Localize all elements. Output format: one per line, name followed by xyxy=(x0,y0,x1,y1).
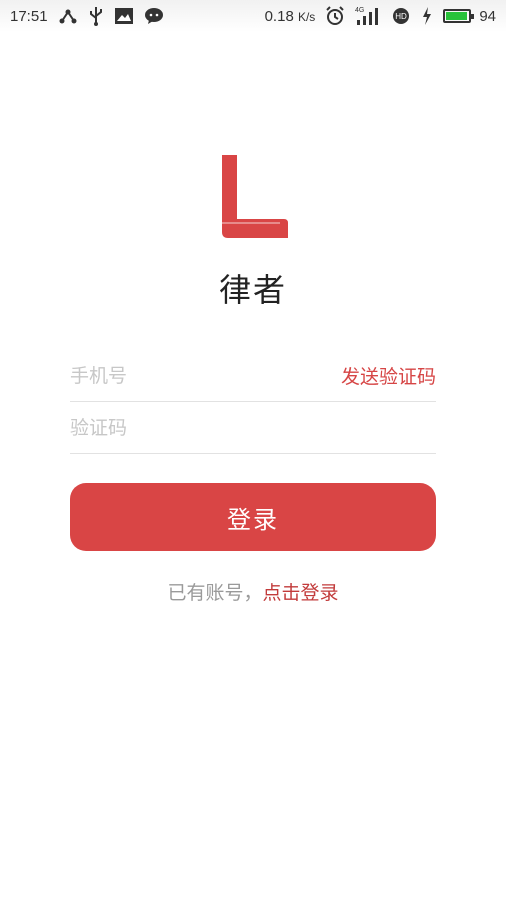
battery-body xyxy=(443,9,475,23)
net-speed-unit: K/s xyxy=(297,9,316,24)
code-field-row xyxy=(70,402,436,454)
footer-prefix: 已有账号， xyxy=(167,582,263,604)
signal-icon: 4G xyxy=(355,6,381,26)
verification-code-input[interactable] xyxy=(70,416,290,439)
l-logo-icon xyxy=(222,155,288,238)
app-title: 律者 xyxy=(218,271,287,309)
battery-icon: 94 xyxy=(443,8,496,25)
usb-icon xyxy=(88,6,104,26)
login-form: 发送验证码 xyxy=(70,350,436,454)
svg-text:HD: HD xyxy=(396,12,408,21)
phone-input[interactable] xyxy=(70,364,290,387)
battery-level: 94 xyxy=(479,7,496,25)
status-bar-right: 0.18 K/s 4G HD 94 xyxy=(265,6,496,26)
net-speed: 0.18 K/s xyxy=(265,8,316,25)
share-icon xyxy=(58,6,78,26)
phone-field-row: 发送验证码 xyxy=(70,350,436,402)
net-speed-value: 0.18 xyxy=(264,7,294,25)
footer-prompt: 已有账号，点击登录 xyxy=(0,578,506,605)
status-time: 17:51 xyxy=(10,7,48,25)
battery-fill xyxy=(446,12,467,20)
wechat-icon xyxy=(144,6,164,26)
hd-icon: HD xyxy=(391,6,411,26)
send-code-button[interactable]: 发送验证码 xyxy=(341,362,436,389)
status-bar: 17:51 0.18 K/s 4G HD 94 xyxy=(0,0,506,32)
footer-login-link[interactable]: 点击登录 xyxy=(263,582,339,604)
network-type-label: 4G xyxy=(355,7,364,14)
login-button[interactable]: 登录 xyxy=(70,483,436,551)
status-bar-left: 17:51 xyxy=(10,6,164,26)
battery-tip xyxy=(471,14,475,19)
charging-icon xyxy=(421,6,433,26)
image-notification-icon xyxy=(114,6,134,26)
alarm-icon xyxy=(325,6,345,26)
